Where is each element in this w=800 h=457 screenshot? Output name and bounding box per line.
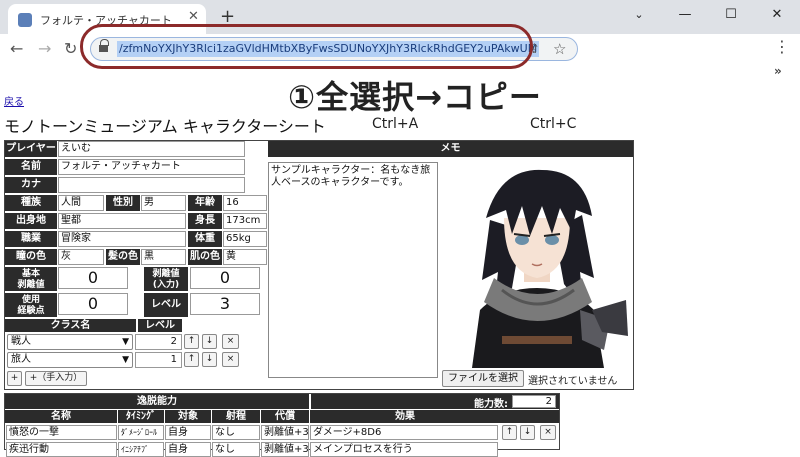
age-field[interactable]: 16 xyxy=(223,195,267,211)
maximize-button[interactable]: ☐ xyxy=(708,0,754,30)
move-down-button[interactable]: ↓ xyxy=(202,352,217,367)
used-exp-field[interactable]: 0 xyxy=(58,293,128,315)
skill-target-field[interactable]: 自身 xyxy=(165,425,211,440)
bookmark-star-icon[interactable]: ☆ xyxy=(553,40,566,58)
reload-icon[interactable]: ↻ xyxy=(64,39,77,58)
browser-menu-icon[interactable]: ⋮ xyxy=(774,37,790,56)
tab-search-icon[interactable]: ⌄ xyxy=(616,0,662,30)
hair-color-label: 髪の色 xyxy=(106,249,140,265)
kana-field[interactable] xyxy=(58,177,245,193)
used-exp-label: 使用 経験点 xyxy=(5,293,57,317)
class-level-field[interactable]: 2 xyxy=(135,334,182,350)
skill-effect-field[interactable]: ダメージ+8D6 xyxy=(310,425,498,440)
class-select[interactable]: 戦人 ▼ xyxy=(7,334,133,350)
forward-arrow-icon[interactable]: → xyxy=(38,39,51,58)
favicon-icon xyxy=(18,13,32,27)
portrait-illustration xyxy=(472,169,628,368)
skin-color-field[interactable]: 黄 xyxy=(223,249,267,265)
name-label: 名前 xyxy=(5,159,57,175)
base-peel-field[interactable]: 0 xyxy=(58,267,128,289)
move-up-button[interactable]: ↑ xyxy=(184,352,199,367)
skill-range-field[interactable]: なし xyxy=(212,425,260,440)
skill-timing-field[interactable]: ﾀﾞﾒｰｼﾞﾛｰﾙ xyxy=(118,425,164,440)
move-up-button[interactable]: ↑ xyxy=(502,425,517,440)
weight-label: 体重 xyxy=(188,231,222,247)
skills-count-field[interactable]: 2 xyxy=(512,395,556,408)
character-portrait xyxy=(442,160,632,368)
back-arrow-icon[interactable]: ← xyxy=(10,39,23,58)
minimize-button[interactable]: — xyxy=(662,0,708,30)
choose-file-button[interactable]: ファイルを選択 xyxy=(442,370,524,387)
page-title: モノトーンミュージアム キャラクターシート xyxy=(4,117,326,136)
skills-section-header: 逸脱能力 xyxy=(5,394,309,409)
origin-field[interactable]: 聖都 xyxy=(58,213,186,229)
player-field[interactable]: えいむ xyxy=(58,141,245,157)
job-label: 職業 xyxy=(5,231,57,247)
skill-col-range: 射程 xyxy=(212,410,260,423)
class-level-field[interactable]: 1 xyxy=(135,352,182,368)
skin-color-label: 肌の色 xyxy=(188,249,222,265)
annotation-shortcut-select-all: Ctrl+A xyxy=(372,116,419,132)
origin-label: 出身地 xyxy=(5,213,57,229)
back-link[interactable]: 戻る xyxy=(4,93,24,108)
extensions-chevron-icon[interactable]: » xyxy=(774,64,782,78)
peel-input-field[interactable]: 0 xyxy=(190,267,260,289)
memo-header: メモ xyxy=(268,141,633,157)
delete-button[interactable]: × xyxy=(222,334,239,349)
weight-field[interactable]: 65kg xyxy=(223,231,267,247)
level-field[interactable]: 3 xyxy=(190,293,260,315)
memo-textarea[interactable]: サンプルキャラクター：名もなき旅人ベースのキャラクターです。 xyxy=(268,162,438,378)
skills-count-label: 能力数: xyxy=(474,399,508,410)
annotation-shortcut-copy: Ctrl+C xyxy=(530,116,577,132)
skill-name-field[interactable]: 憤怒の一撃 xyxy=(6,425,117,440)
name-field[interactable]: フォルテ・アッチャカート xyxy=(58,159,245,175)
file-status-text: 選択されていません xyxy=(528,376,618,387)
delete-button[interactable]: × xyxy=(540,425,556,440)
class-select-value: 旅人 xyxy=(11,354,31,365)
eye-color-field[interactable]: 灰 xyxy=(58,249,104,265)
add-class-manual-button[interactable]: +（手入力） xyxy=(25,371,87,386)
delete-button[interactable]: × xyxy=(222,352,239,367)
player-label: プレイヤー xyxy=(5,141,57,157)
skill-col-controls xyxy=(500,410,559,423)
move-up-button[interactable]: ↑ xyxy=(184,334,199,349)
race-label: 種族 xyxy=(5,195,57,211)
highlight-oval xyxy=(80,24,533,69)
base-peel-label: 基本 剥離値 xyxy=(5,267,57,291)
move-down-button[interactable]: ↓ xyxy=(520,425,535,440)
sex-field[interactable]: 男 xyxy=(141,195,186,211)
peel-input-label: 剥離値 (入力) xyxy=(144,267,188,291)
race-field[interactable]: 人間 xyxy=(58,195,104,211)
skill-col-timing: ﾀｲﾐﾝｸﾞ xyxy=(118,410,164,423)
age-label: 年齢 xyxy=(188,195,222,211)
height-label: 身長 xyxy=(188,213,222,229)
close-window-button[interactable]: ✕ xyxy=(754,0,800,30)
height-field[interactable]: 173cm xyxy=(223,213,267,229)
skill-cost-field[interactable]: 剥離値+3 xyxy=(261,425,309,440)
chevron-down-icon: ▼ xyxy=(122,355,129,365)
level-label: レベル xyxy=(144,293,188,317)
hair-color-field[interactable]: 黒 xyxy=(141,249,186,265)
job-field[interactable]: 冒険家 xyxy=(58,231,186,247)
skill-col-target: 対象 xyxy=(165,410,211,423)
chevron-down-icon: ▼ xyxy=(122,337,129,347)
annotation-instruction: ①全選択→コピー xyxy=(288,78,542,116)
class-level-header: レベル xyxy=(138,319,182,332)
add-class-button[interactable]: + xyxy=(7,371,22,386)
class-name-header: クラス名 xyxy=(5,319,136,332)
skill-col-effect: 効果 xyxy=(310,410,500,423)
eye-color-label: 瞳の色 xyxy=(5,249,57,265)
class-select[interactable]: 旅人 ▼ xyxy=(7,352,133,368)
kana-label: カナ xyxy=(5,177,57,193)
class-select-value: 戦人 xyxy=(11,336,31,347)
sex-label: 性別 xyxy=(106,195,140,211)
tab-close-icon[interactable]: ✕ xyxy=(188,9,199,24)
skill-col-name: 名称 xyxy=(5,410,117,423)
skill-col-cost: 代償 xyxy=(261,410,309,423)
move-down-button[interactable]: ↓ xyxy=(202,334,217,349)
